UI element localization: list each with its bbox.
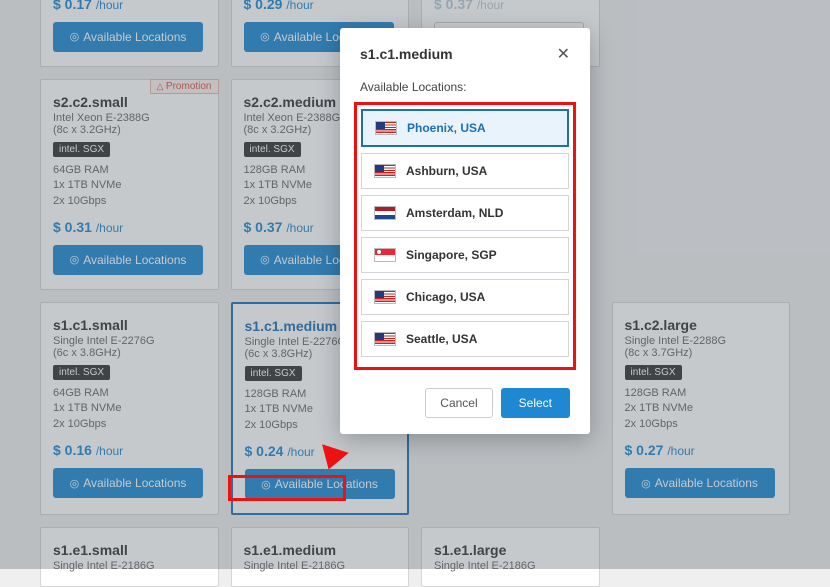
location-item[interactable]: Amsterdam, NLD [361, 195, 569, 231]
flag-icon [374, 164, 396, 178]
location-item[interactable]: Chicago, USA [361, 279, 569, 315]
location-item[interactable]: Ashburn, USA [361, 153, 569, 189]
annotation-box [228, 475, 346, 501]
location-label: Singapore, SGP [406, 248, 497, 262]
select-button[interactable]: Select [501, 388, 570, 418]
location-item[interactable]: Singapore, SGP [361, 237, 569, 273]
location-item[interactable]: Phoenix, USA [361, 109, 569, 147]
flag-icon [374, 290, 396, 304]
modal-title: s1.c1.medium [360, 46, 453, 62]
flag-icon [374, 332, 396, 346]
location-label: Chicago, USA [406, 290, 485, 304]
close-icon[interactable]: ✕ [557, 44, 570, 64]
location-modal: s1.c1.medium ✕ Available Locations: Phoe… [340, 28, 590, 434]
location-item[interactable]: Seattle, USA [361, 321, 569, 357]
flag-icon [375, 121, 397, 135]
location-list-highlight: Phoenix, USA Ashburn, USA Amsterdam, NLD Si… [354, 102, 576, 370]
location-label: Amsterdam, NLD [406, 206, 503, 220]
flag-icon [374, 206, 396, 220]
location-label: Ashburn, USA [406, 164, 487, 178]
modal-subtitle: Available Locations: [360, 80, 570, 94]
cancel-button[interactable]: Cancel [425, 388, 492, 418]
location-label: Seattle, USA [406, 332, 477, 346]
location-label: Phoenix, USA [407, 121, 486, 135]
flag-icon [374, 248, 396, 262]
location-list: Phoenix, USA Ashburn, USA Amsterdam, NLD Si… [361, 109, 569, 357]
